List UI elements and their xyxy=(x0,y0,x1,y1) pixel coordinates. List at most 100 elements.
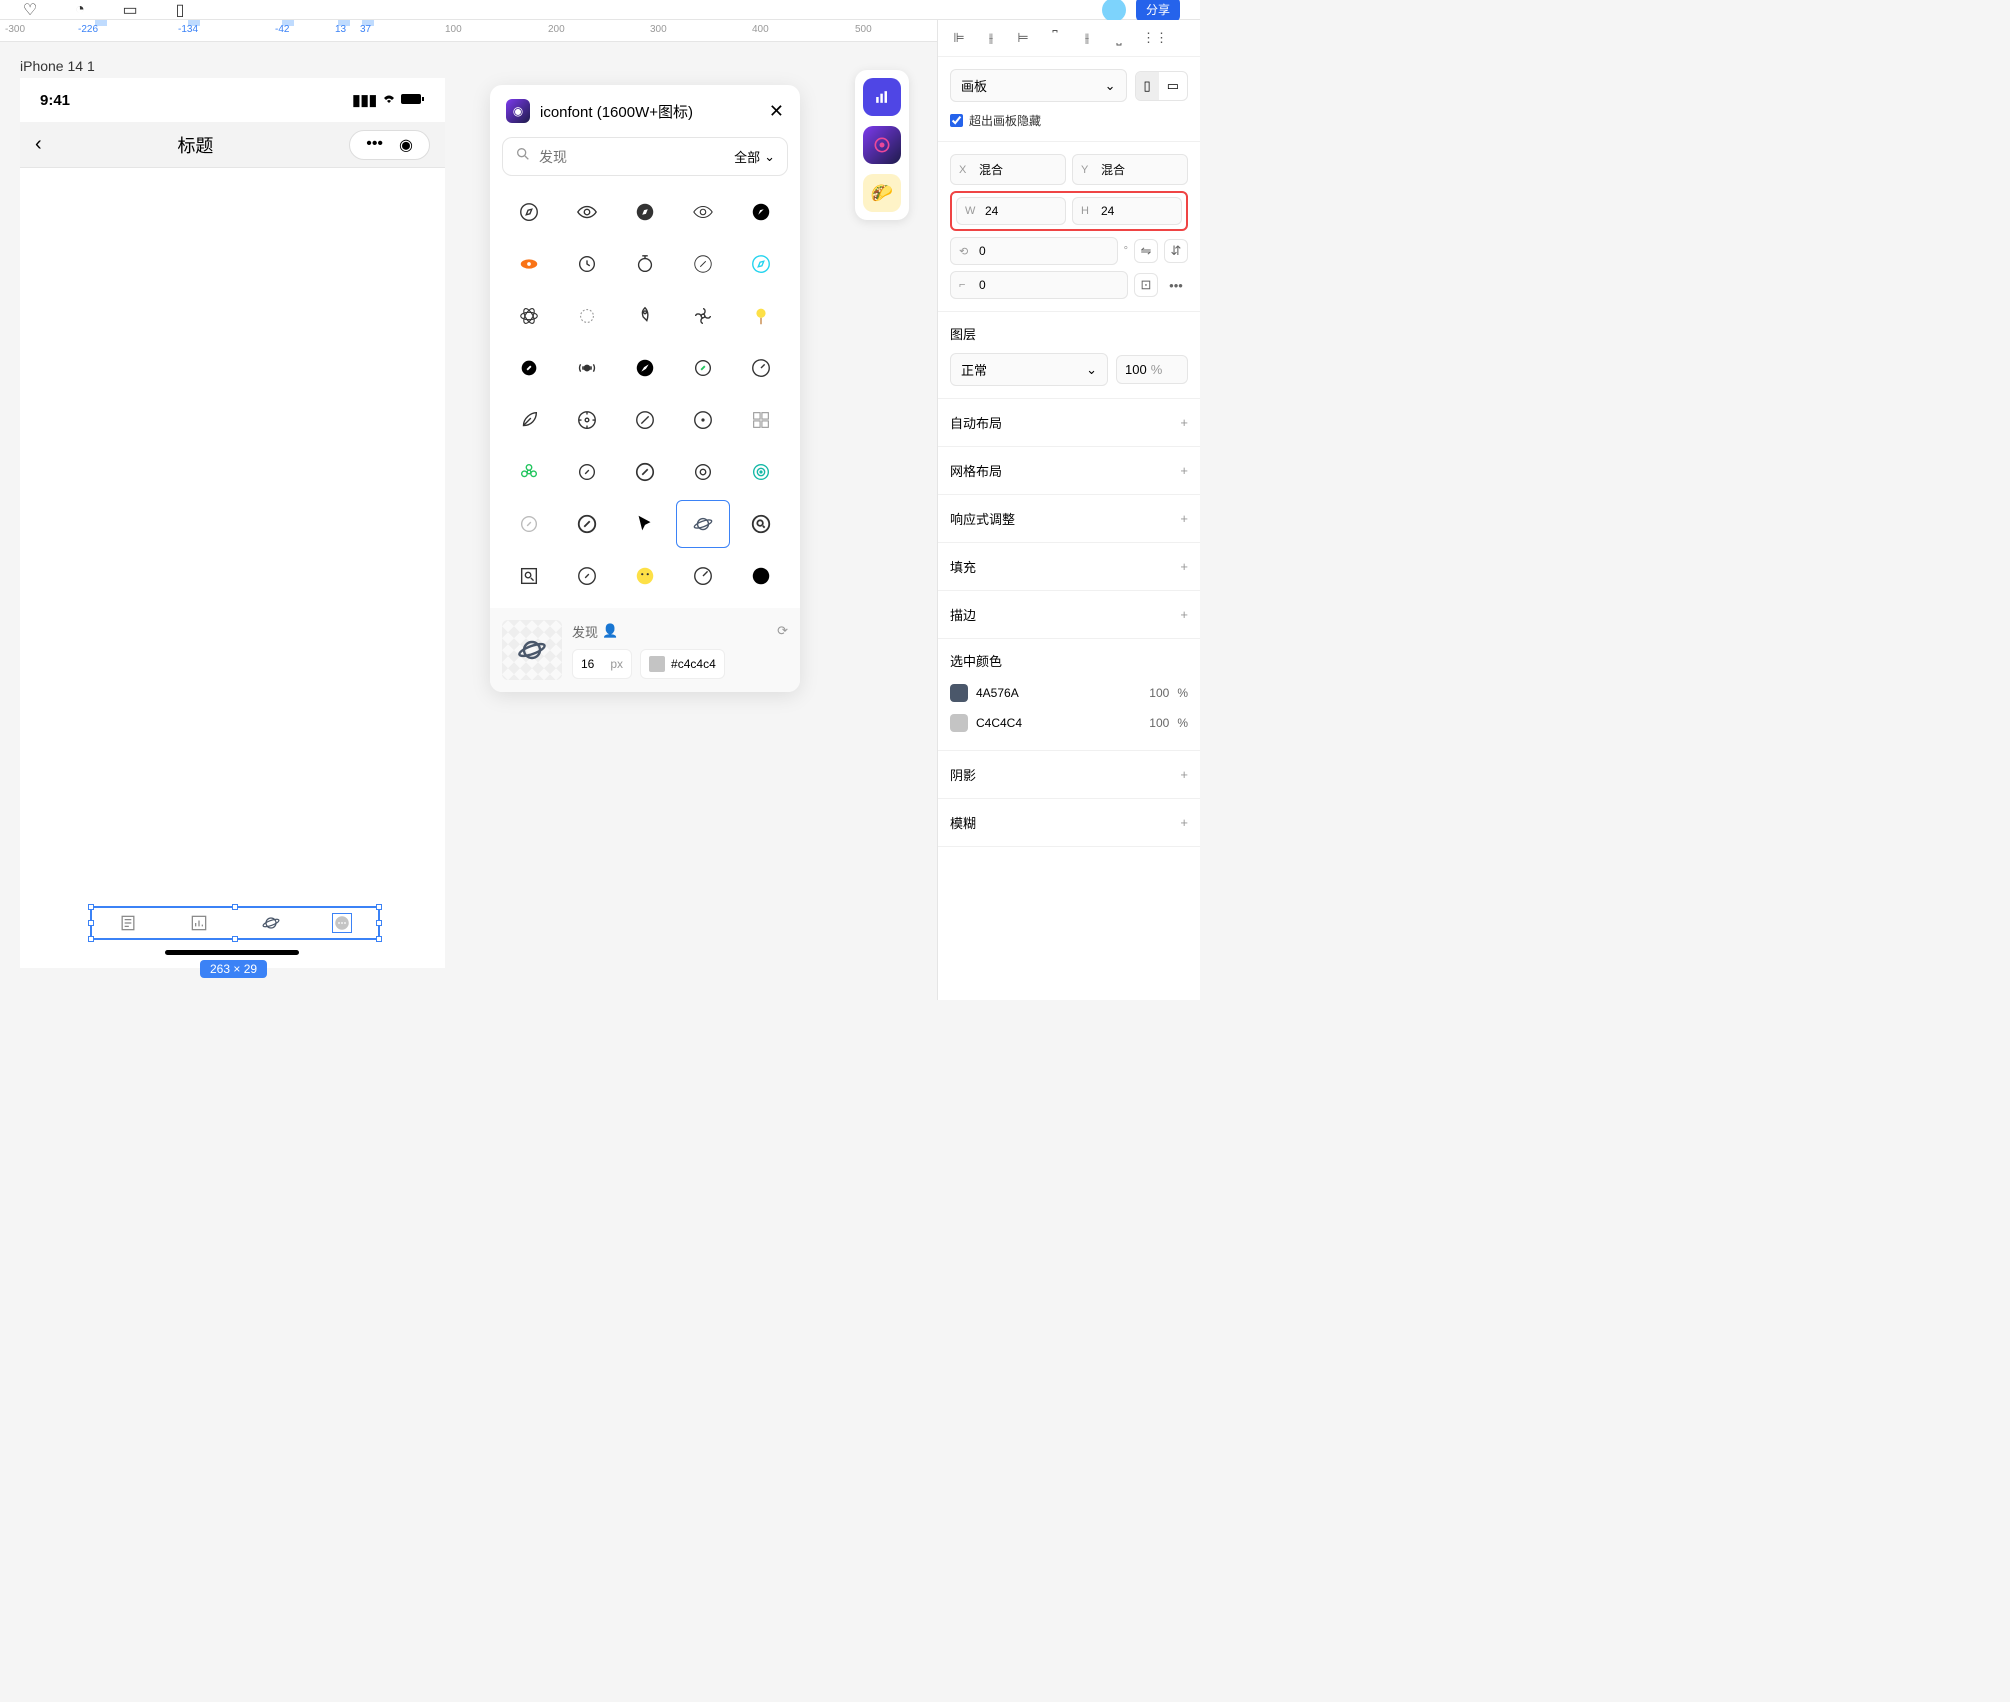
icon-compass-dark[interactable] xyxy=(734,552,788,600)
icon-timer-outline[interactable] xyxy=(560,240,614,288)
icon-gauge[interactable] xyxy=(734,344,788,392)
icon-eye-teal[interactable] xyxy=(734,448,788,496)
icon-search-square[interactable] xyxy=(502,552,556,600)
portrait-icon[interactable]: ▯ xyxy=(1136,72,1159,100)
icon-flower-green[interactable] xyxy=(502,448,556,496)
icon-atom[interactable] xyxy=(502,292,556,340)
plus-icon[interactable]: + xyxy=(1180,511,1188,526)
icon-cursor-filled[interactable] xyxy=(618,500,672,548)
icon-planet-selected[interactable] xyxy=(676,500,730,548)
message-icon[interactable] xyxy=(332,913,352,933)
icon-broadcast[interactable] xyxy=(560,344,614,392)
resize-handle[interactable] xyxy=(232,936,238,942)
icon-feather[interactable] xyxy=(618,396,672,444)
color-row-1[interactable]: 4A576A 100 % xyxy=(950,678,1188,708)
nav-actions[interactable]: ••• ◉ xyxy=(349,130,430,160)
timer-icon[interactable]: ◔ xyxy=(70,2,90,18)
planet-icon[interactable] xyxy=(261,913,281,933)
fill-header[interactable]: 填充 + xyxy=(938,543,1200,591)
plus-icon[interactable]: + xyxy=(1180,767,1188,782)
icon-lollipop[interactable] xyxy=(734,292,788,340)
icon-stopwatch[interactable] xyxy=(618,240,672,288)
width-input[interactable]: W 24 xyxy=(956,197,1066,225)
back-icon[interactable]: ‹ xyxy=(35,133,42,156)
device-icon[interactable]: ▯ xyxy=(170,2,190,18)
resize-handle[interactable] xyxy=(232,904,238,910)
icon-compass-alt[interactable] xyxy=(560,552,614,600)
blur-header[interactable]: 模糊 + xyxy=(938,799,1200,847)
icon-compass-green[interactable] xyxy=(676,344,730,392)
plus-icon[interactable]: + xyxy=(1180,559,1188,574)
layers-icon[interactable]: ▭ xyxy=(120,2,140,18)
height-input[interactable]: H 24 xyxy=(1072,197,1182,225)
align-center-v-icon[interactable]: ⫲ xyxy=(1078,30,1096,46)
icon-compass-grey[interactable] xyxy=(502,500,556,548)
close-icon[interactable]: ✕ xyxy=(769,101,784,122)
plugin-iconfont-icon[interactable] xyxy=(863,126,901,164)
radius-all-icon[interactable]: ⊡ xyxy=(1134,273,1158,297)
plus-icon[interactable]: + xyxy=(1180,607,1188,622)
plugin-chart-icon[interactable] xyxy=(863,78,901,116)
color-row-2[interactable]: C4C4C4 100 % xyxy=(950,708,1188,738)
icon-planet-dashed[interactable] xyxy=(560,292,614,340)
icon-compass-md[interactable] xyxy=(618,448,672,496)
align-top-icon[interactable]: ⎴ xyxy=(1046,30,1064,46)
size-input[interactable]: 16 px xyxy=(572,649,632,679)
resize-handle[interactable] xyxy=(376,920,382,926)
resize-handle[interactable] xyxy=(88,904,94,910)
heart-icon[interactable]: ♡ xyxy=(20,2,40,18)
refresh-icon[interactable]: ⟳ xyxy=(777,623,788,639)
clip-checkbox[interactable]: 超出画板隐藏 xyxy=(950,112,1188,129)
icon-eye-line[interactable] xyxy=(676,188,730,236)
share-button[interactable]: 分享 xyxy=(1136,0,1180,22)
opacity-input[interactable]: 100 % xyxy=(1116,355,1188,384)
responsive-header[interactable]: 响应式调整 + xyxy=(938,495,1200,543)
plugin-taco-icon[interactable]: 🌮 xyxy=(863,174,901,212)
align-right-icon[interactable]: ⊨ xyxy=(1014,30,1032,46)
chart-icon[interactable] xyxy=(189,913,209,933)
icon-search-circle[interactable] xyxy=(734,500,788,548)
more-options-icon[interactable]: ••• xyxy=(1164,273,1188,297)
landscape-icon[interactable]: ▭ xyxy=(1159,72,1187,100)
icon-target-ring[interactable] xyxy=(676,448,730,496)
flip-h-icon[interactable]: ⇋ xyxy=(1134,239,1158,263)
icon-eye-orange[interactable] xyxy=(502,240,556,288)
icon-compass-solid[interactable] xyxy=(734,188,788,236)
artboard-label[interactable]: iPhone 14 1 xyxy=(20,58,95,74)
rotation-input[interactable]: ⟲ 0 xyxy=(950,237,1118,265)
shadow-header[interactable]: 阴影 + xyxy=(938,751,1200,799)
resize-handle[interactable] xyxy=(88,920,94,926)
resize-handle[interactable] xyxy=(88,936,94,942)
grid-layout-header[interactable]: 网格布局 + xyxy=(938,447,1200,495)
align-left-icon[interactable]: ⊫ xyxy=(950,30,968,46)
target-icon[interactable]: ◉ xyxy=(391,135,421,155)
resize-handle[interactable] xyxy=(376,936,382,942)
blend-mode-dropdown[interactable]: 正常 ⌄ xyxy=(950,353,1108,386)
artboard-iphone14[interactable]: 9:41 ▮▮▮ ‹ 标题 ••• ◉ xyxy=(20,78,445,968)
stroke-header[interactable]: 描边 + xyxy=(938,591,1200,639)
filter-dropdown[interactable]: 全部 ⌄ xyxy=(734,147,775,166)
orientation-toggle[interactable]: ▯ ▭ xyxy=(1135,71,1188,101)
more-icon[interactable]: ••• xyxy=(358,135,391,155)
frame-type-dropdown[interactable]: 画板 ⌄ xyxy=(950,69,1127,102)
icon-leaf[interactable] xyxy=(502,396,556,444)
icon-speedometer[interactable] xyxy=(676,552,730,600)
color-input[interactable]: #c4c4c4 xyxy=(640,649,725,679)
flip-v-icon[interactable]: ⇵ xyxy=(1164,239,1188,263)
radius-input[interactable]: ⌐ 0 xyxy=(950,271,1128,299)
plus-icon[interactable]: + xyxy=(1180,415,1188,430)
icon-face-yellow[interactable] xyxy=(618,552,672,600)
icon-compass-cyan[interactable] xyxy=(734,240,788,288)
icon-compass-filled[interactable] xyxy=(618,188,672,236)
icon-compass-bold[interactable] xyxy=(560,500,614,548)
plus-icon[interactable]: + xyxy=(1180,463,1188,478)
icon-compass-black[interactable] xyxy=(502,344,556,392)
resize-handle[interactable] xyxy=(376,904,382,910)
align-bottom-icon[interactable]: ⎵ xyxy=(1110,30,1128,46)
auto-layout-header[interactable]: 自动布局 + xyxy=(938,399,1200,447)
receipt-icon[interactable] xyxy=(118,913,138,933)
icon-compass-ring[interactable] xyxy=(560,396,614,444)
icon-grid-layout[interactable] xyxy=(734,396,788,444)
user-avatar[interactable] xyxy=(1102,0,1126,22)
align-center-h-icon[interactable]: ⫲ xyxy=(982,30,1000,46)
